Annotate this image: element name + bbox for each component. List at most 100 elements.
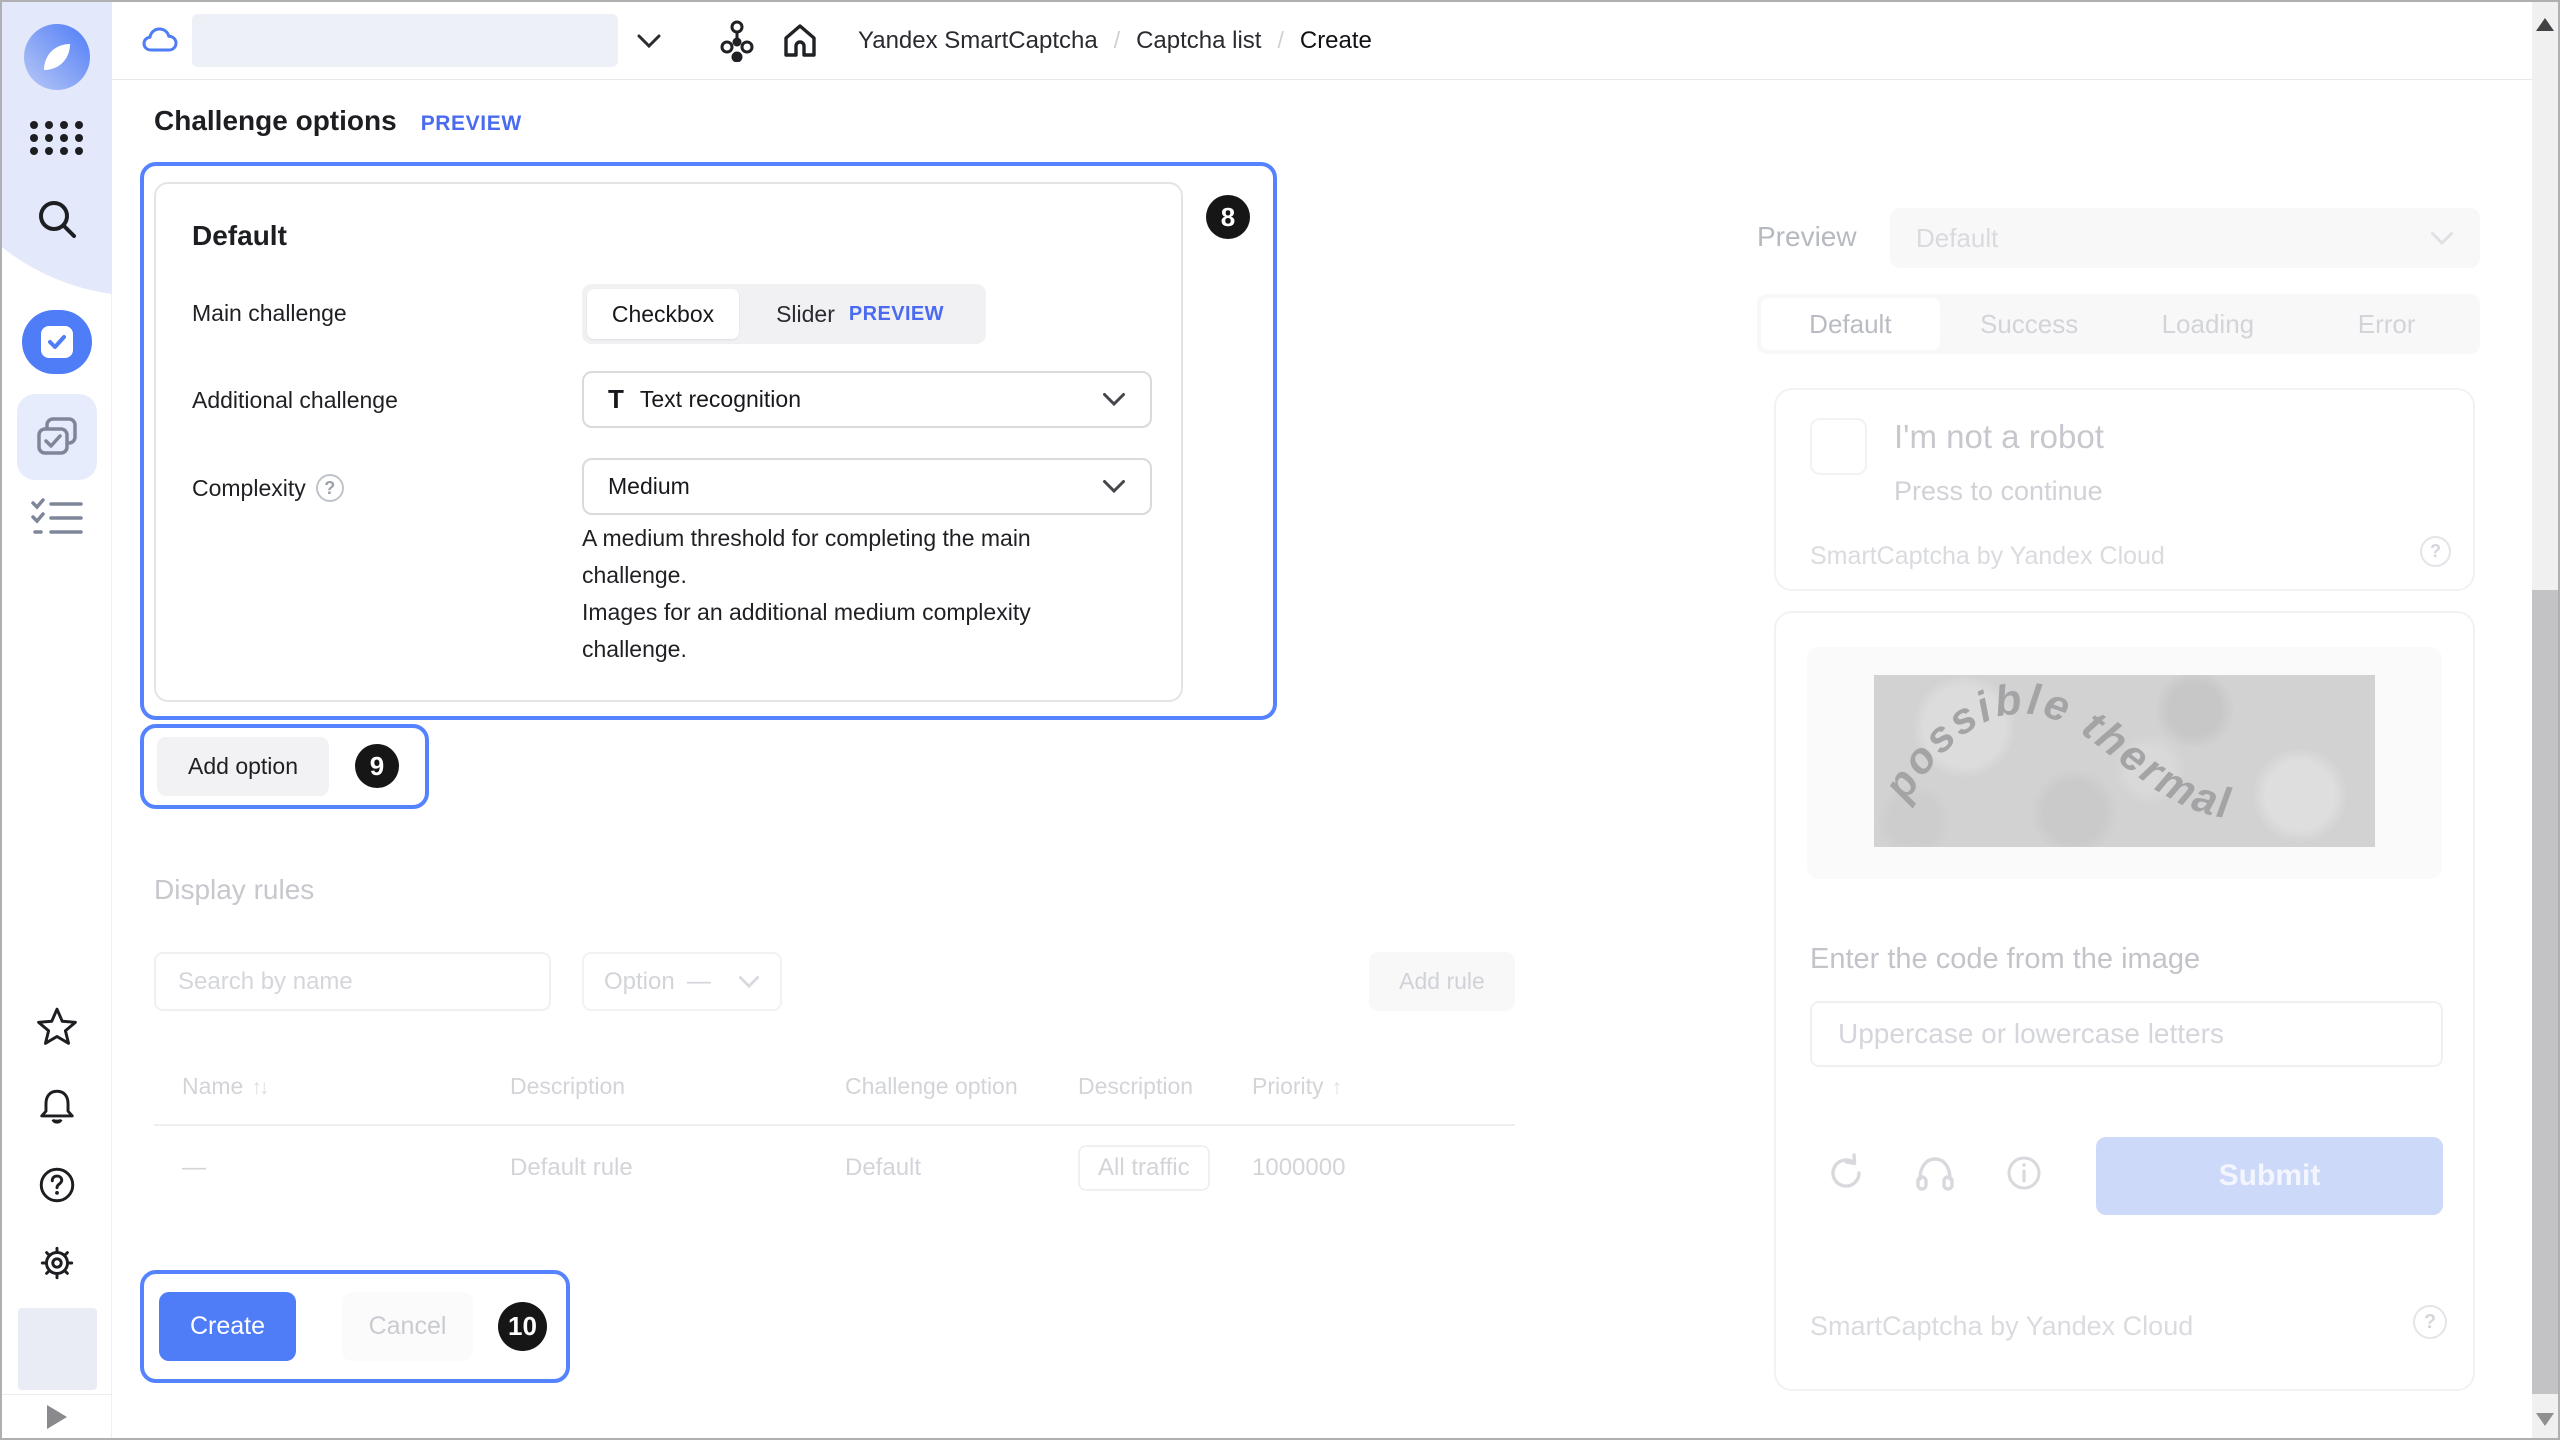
sidebar-search-button[interactable] <box>2 196 112 242</box>
preview-label: Preview <box>1757 221 1857 253</box>
annotation-option-card: Default Main challenge Checkbox Slider P… <box>140 162 1277 720</box>
header-description: Description <box>510 1073 845 1100</box>
page-title-row: Challenge options PREVIEW <box>154 105 522 137</box>
rules-search-input[interactable] <box>154 952 551 1011</box>
sidebar-item-smartcaptcha-active[interactable] <box>22 310 92 374</box>
info-icon[interactable] <box>2004 1153 2044 1193</box>
checkbox-service-icon <box>39 324 75 360</box>
captcha-image-panel: possible thermal <box>1807 647 2442 879</box>
header-description-2: Description <box>1078 1073 1252 1100</box>
additional-challenge-value: Text recognition <box>640 386 801 413</box>
sidebar-curve <box>2 247 112 299</box>
complexity-label: Complexity <box>192 475 306 502</box>
cloud-icon <box>142 26 178 56</box>
annotation-badge-9: 9 <box>355 744 399 788</box>
svg-text:possible thermal: possible thermal <box>1874 675 2236 829</box>
cell-name: — <box>182 1154 510 1182</box>
service-map-icon[interactable] <box>720 20 754 62</box>
rules-option-filter[interactable]: Option — <box>582 952 782 1011</box>
create-button[interactable]: Create <box>159 1292 296 1361</box>
main-challenge-segmented: Checkbox Slider PREVIEW <box>582 284 986 344</box>
robot-checkbox[interactable] <box>1810 418 1867 475</box>
option-card-title: Default <box>192 220 287 252</box>
robot-title: I'm not a robot <box>1894 418 2104 456</box>
sidebar-item-rules[interactable] <box>2 496 112 540</box>
home-icon[interactable] <box>782 22 818 60</box>
audio-challenge-icon[interactable] <box>1914 1153 1956 1193</box>
tab-loading[interactable]: Loading <box>2119 298 2298 350</box>
sidebar <box>2 2 112 1438</box>
chevron-down-icon[interactable] <box>636 33 662 49</box>
complexity-label-row: Complexity ? <box>192 474 344 502</box>
captcha-toolbar <box>1826 1153 2044 1193</box>
preview-option-value: Default <box>1916 223 1998 254</box>
table-row: — Default rule Default All traffic 10000… <box>154 1126 1515 1210</box>
option-filter-value: — <box>687 968 711 996</box>
preview-option-select[interactable]: Default <box>1890 208 2480 268</box>
breadcrumb-item-list[interactable]: Captcha list <box>1136 27 1261 55</box>
chevron-down-icon <box>2430 231 2454 246</box>
checklist-icon <box>31 496 83 540</box>
additional-challenge-select[interactable]: T Text recognition <box>582 371 1152 428</box>
annotation-add-option: Add option 9 <box>140 724 429 809</box>
display-rules-title: Display rules <box>154 874 314 906</box>
sidebar-item-captcha-list[interactable] <box>17 394 97 480</box>
scroll-down-arrow[interactable] <box>2536 1413 2554 1426</box>
refresh-icon[interactable] <box>1826 1153 1866 1193</box>
yandex-cloud-logo[interactable] <box>2 22 112 92</box>
segment-slider-label: Slider <box>776 301 835 328</box>
option-filter-label: Option <box>604 968 675 996</box>
smartcaptcha-branding: SmartCaptcha by Yandex Cloud <box>1810 542 2165 571</box>
rules-table-header: Name↑↓ Description Challenge option Desc… <box>154 1064 1515 1108</box>
segment-slider[interactable]: Slider PREVIEW <box>739 289 981 339</box>
captcha-code-input[interactable] <box>1810 1001 2443 1067</box>
additional-challenge-label: Additional challenge <box>192 387 398 414</box>
header-challenge-option: Challenge option <box>845 1073 1078 1100</box>
cancel-button[interactable]: Cancel <box>342 1292 473 1361</box>
all-services-icon[interactable] <box>2 118 112 158</box>
captcha-help-icon[interactable]: ? <box>2420 536 2451 567</box>
tab-error[interactable]: Error <box>2297 298 2476 350</box>
breadcrumb-separator: / <box>1114 27 1120 54</box>
add-rule-button[interactable]: Add rule <box>1369 952 1515 1011</box>
segment-slider-preview-badge: PREVIEW <box>849 303 944 326</box>
bell-icon <box>36 1086 78 1128</box>
complexity-value: Medium <box>608 473 690 500</box>
scroll-up-arrow[interactable] <box>2536 18 2554 31</box>
folder-selector[interactable] <box>192 14 618 67</box>
segment-checkbox[interactable]: Checkbox <box>587 289 739 339</box>
cell-traffic: All traffic <box>1078 1145 1252 1191</box>
scrollbar-thumb[interactable] <box>2532 590 2558 1394</box>
search-icon <box>34 196 80 242</box>
complexity-select[interactable]: Medium <box>582 458 1152 515</box>
settings-button[interactable] <box>2 1242 112 1284</box>
captcha-help-icon[interactable]: ? <box>2413 1305 2447 1339</box>
breadcrumb-item-service[interactable]: Yandex SmartCaptcha <box>858 27 1098 55</box>
vertical-scrollbar[interactable] <box>2532 2 2558 1438</box>
robot-subtitle: Press to continue <box>1894 476 2103 507</box>
tab-success[interactable]: Success <box>1940 298 2119 350</box>
header-priority[interactable]: Priority↑ <box>1252 1073 1515 1100</box>
cell-priority: 1000000 <box>1252 1154 1515 1182</box>
tab-default[interactable]: Default <box>1761 298 1940 350</box>
app-window: Yandex SmartCaptcha / Captcha list / Cre… <box>0 0 2560 1440</box>
main-challenge-label: Main challenge <box>192 300 347 327</box>
question-circle-icon <box>36 1164 78 1206</box>
challenge-option-card: Default Main challenge Checkbox Slider P… <box>154 182 1183 702</box>
avatar[interactable] <box>18 1308 97 1390</box>
chevron-down-icon <box>738 975 760 989</box>
add-option-button[interactable]: Add option <box>157 737 329 796</box>
gear-icon <box>36 1242 78 1284</box>
submit-button[interactable]: Submit <box>2096 1137 2443 1215</box>
support-button[interactable] <box>2 1164 112 1206</box>
favorites-button[interactable] <box>2 1006 112 1046</box>
expand-sidebar-icon[interactable] <box>47 1405 67 1429</box>
sidebar-expand-strip <box>2 1394 112 1438</box>
complexity-help-icon[interactable]: ? <box>316 474 344 502</box>
cell-description: Default rule <box>510 1154 845 1182</box>
page-preview-badge: PREVIEW <box>421 112 522 136</box>
chevron-down-icon <box>1102 392 1126 407</box>
breadcrumb-separator: / <box>1277 27 1283 54</box>
notifications-button[interactable] <box>2 1086 112 1128</box>
header-name[interactable]: Name↑↓ <box>182 1073 510 1100</box>
